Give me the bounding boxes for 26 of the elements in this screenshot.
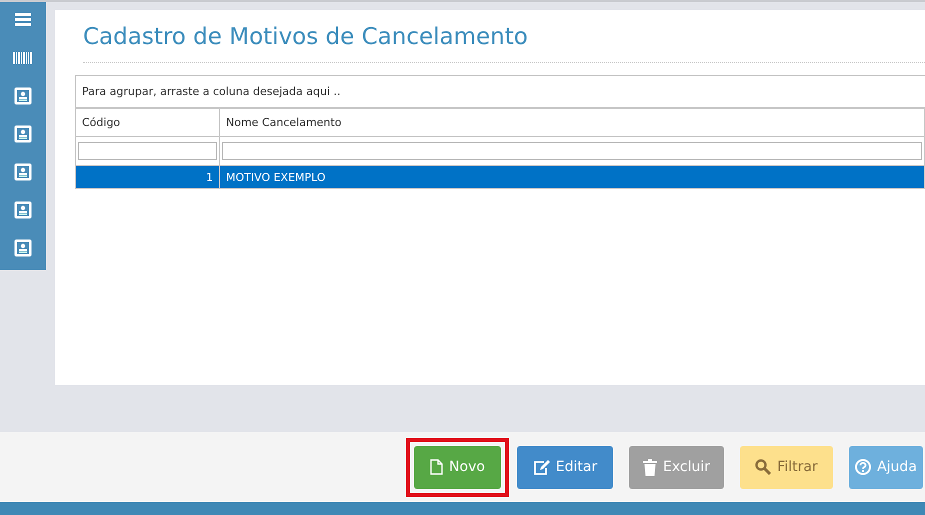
filter-input-field[interactable] <box>222 142 922 160</box>
column-header[interactable]: Nome Cancelamento <box>220 108 924 136</box>
contact-card-icon[interactable] <box>14 238 32 256</box>
barcode-icon[interactable] <box>13 52 33 64</box>
document-icon <box>430 459 444 475</box>
table-cell: 1 <box>76 166 220 188</box>
contact-card-icon[interactable] <box>14 162 32 180</box>
contact-card-icon[interactable] <box>14 86 32 104</box>
contact-card-icon[interactable] <box>14 200 32 218</box>
contact-card-icon[interactable] <box>14 124 32 142</box>
table-cell: MOTIVO EXEMPLO <box>220 166 924 188</box>
trash-icon <box>643 458 657 476</box>
page-title: Cadastro de Motivos de Cancelamento <box>83 24 925 63</box>
table-row[interactable]: 1 MOTIVO EXEMPLO <box>76 166 924 188</box>
help-button[interactable]: Ajuda <box>849 446 923 488</box>
filter-button[interactable]: Filtrar <box>740 446 833 488</box>
menu-icon[interactable] <box>15 13 31 26</box>
group-panel-hint: Para agrupar, arraste a coluna desejada aqui .. <box>75 75 925 108</box>
filter-input-field[interactable] <box>78 142 217 160</box>
column-header[interactable]: Código <box>76 108 220 136</box>
help-icon <box>855 459 872 475</box>
search-icon <box>755 459 772 475</box>
edit-button[interactable]: Editar <box>517 446 613 488</box>
new-button[interactable]: Novo <box>414 446 501 488</box>
edit-icon <box>532 460 550 474</box>
delete-button[interactable]: Excluir <box>629 446 724 488</box>
